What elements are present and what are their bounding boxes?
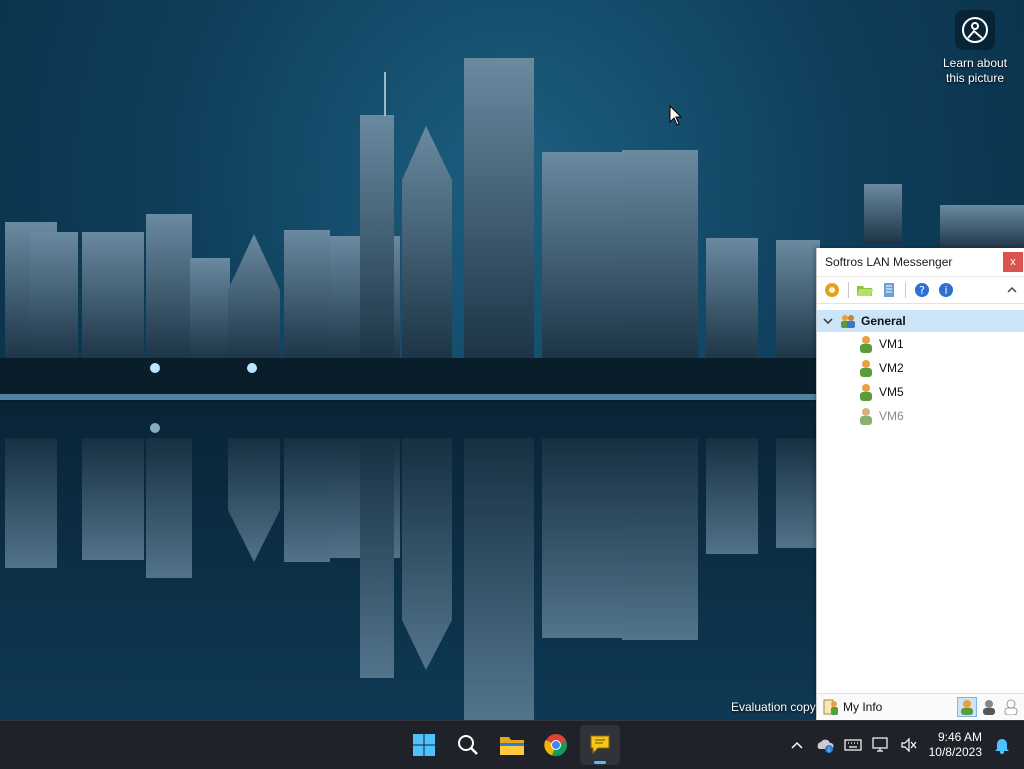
active-app-indicator — [594, 761, 606, 764]
learn-about-picture-widget[interactable]: Learn about this picture — [935, 10, 1015, 86]
search-button[interactable] — [448, 725, 488, 765]
help-button[interactable]: ? — [911, 279, 933, 301]
user-item-vm5[interactable]: VM5 — [817, 380, 1024, 404]
messenger-statusbar: My Info — [817, 693, 1024, 720]
close-button[interactable]: x — [1003, 252, 1023, 272]
help-icon: ? — [915, 283, 929, 297]
offline-status-icon — [1004, 699, 1018, 715]
messenger-title: Softros LAN Messenger — [825, 255, 953, 269]
toolbar-separator — [905, 282, 906, 298]
chevron-down-icon[interactable] — [823, 316, 833, 326]
network-icon — [872, 737, 888, 752]
user-item-vm1[interactable]: VM1 — [817, 332, 1024, 356]
cloud-icon: i — [817, 739, 834, 753]
user-label: VM5 — [879, 385, 904, 399]
group-label: General — [861, 314, 906, 328]
keyboard-icon — [844, 739, 862, 751]
chevron-up-icon — [1007, 286, 1017, 293]
evaluation-copy-text: Evaluation copy — [731, 700, 816, 714]
history-button[interactable] — [878, 279, 900, 301]
search-icon — [458, 735, 478, 755]
status-online-button[interactable] — [957, 697, 977, 717]
volume-tray-button[interactable] — [897, 733, 921, 757]
toolbar-separator — [848, 282, 849, 298]
offline-user-icon — [860, 408, 872, 425]
chevron-up-icon — [791, 741, 803, 749]
chrome-button[interactable] — [536, 725, 576, 765]
collapse-toolbar-button[interactable] — [1005, 283, 1019, 297]
bell-icon — [995, 739, 1009, 754]
start-button[interactable] — [404, 725, 444, 765]
status-offline-button[interactable] — [1001, 697, 1021, 717]
history-icon — [884, 283, 894, 297]
volume-muted-icon — [901, 737, 917, 753]
away-status-icon — [983, 700, 995, 715]
file-explorer-icon — [500, 737, 524, 755]
status-away-button[interactable] — [979, 697, 999, 717]
user-label: VM2 — [879, 361, 904, 375]
my-info-icon — [823, 699, 838, 715]
network-tray-button[interactable] — [869, 733, 893, 757]
show-hidden-icons-button[interactable] — [785, 733, 809, 757]
taskbar: i 9:46 AM 10/8/2023 — [0, 720, 1024, 769]
windows-start-icon — [413, 734, 435, 756]
messenger-window: Softros LAN Messenger x ? i General VM1 … — [816, 248, 1024, 720]
settings-button[interactable] — [821, 279, 843, 301]
info-button[interactable]: i — [935, 279, 957, 301]
open-folder-icon — [857, 286, 873, 296]
clock-time: 9:46 AM — [937, 730, 982, 744]
notifications-button[interactable] — [990, 733, 1014, 757]
taskbar-clock[interactable]: 9:46 AM 10/8/2023 — [929, 730, 982, 760]
onedrive-tray-button[interactable]: i — [813, 733, 837, 757]
info-icon: i — [939, 283, 953, 297]
settings-icon — [825, 283, 839, 297]
svg-text:i: i — [944, 284, 947, 297]
my-info-button[interactable]: My Info — [823, 698, 882, 716]
user-item-vm2[interactable]: VM2 — [817, 356, 1024, 380]
my-info-label: My Info — [843, 700, 883, 714]
svg-text:?: ? — [919, 284, 925, 297]
keyboard-tray-button[interactable] — [841, 733, 865, 757]
learn-about-picture-label: Learn about this picture — [942, 56, 1008, 85]
softros-messenger-icon — [590, 735, 610, 755]
messenger-titlebar[interactable]: Softros LAN Messenger x — [817, 248, 1024, 277]
online-user-icon — [860, 360, 872, 377]
softros-messenger-taskbar-button[interactable] — [580, 725, 620, 765]
user-label: VM1 — [879, 337, 904, 351]
user-item-vm6[interactable]: VM6 — [817, 404, 1024, 428]
online-user-icon — [860, 384, 872, 401]
messenger-toolbar: ? i — [817, 277, 1024, 304]
online-user-icon — [860, 336, 872, 353]
open-folder-button[interactable] — [854, 279, 876, 301]
user-label: VM6 — [879, 409, 904, 423]
mouse-cursor-icon — [669, 105, 683, 126]
online-status-icon — [961, 700, 973, 715]
clock-date: 10/8/2023 — [928, 745, 982, 759]
file-explorer-button[interactable] — [492, 725, 532, 765]
group-general[interactable]: General — [817, 310, 1024, 332]
camera-icon — [955, 10, 995, 50]
users-group-icon — [841, 315, 855, 328]
chrome-icon — [544, 734, 567, 757]
